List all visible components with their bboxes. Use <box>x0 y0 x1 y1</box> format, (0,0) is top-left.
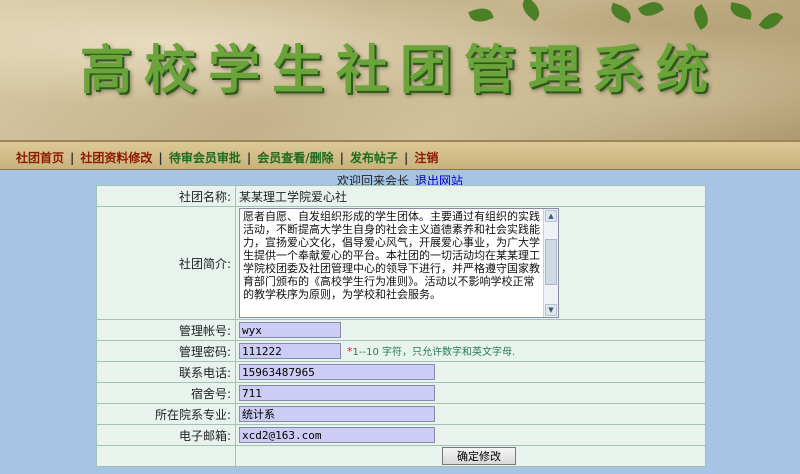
club-name-label: 社团名称: <box>96 185 236 207</box>
ivy-leaf-icon <box>608 2 634 24</box>
dept-input[interactable] <box>239 406 435 422</box>
nav-separator: | <box>70 151 75 165</box>
dept-label: 所在院系专业: <box>96 403 236 425</box>
ivy-leaf-icon <box>689 3 713 31</box>
account-label: 管理帐号: <box>96 319 236 341</box>
password-label: 管理密码: <box>96 340 236 362</box>
email-input[interactable] <box>239 427 435 443</box>
nav-edit-profile-link[interactable]: 社团资料修改 <box>80 151 152 165</box>
intro-textarea[interactable]: 愿者自愿、自发组织形成的学生团体。主要通过有组织的实践活动，不断提高大学生自身的… <box>239 208 559 318</box>
ivy-leaf-icon <box>637 0 665 21</box>
scroll-thumb[interactable] <box>545 239 557 285</box>
scroll-up-arrow-icon[interactable]: ▲ <box>545 210 557 222</box>
club-profile-form: 社团名称: 某某理工学院爱心社 社团简介: 愿者自愿、自发组织形成的学生团体。主… <box>96 185 706 467</box>
nav-separator: | <box>158 151 163 165</box>
form-row: 确定修改 <box>96 445 706 467</box>
nav-separator: | <box>339 151 344 165</box>
form-row: 宿舍号: <box>96 382 706 404</box>
ivy-leaf-icon <box>468 4 494 26</box>
nav-home-link[interactable]: 社团首页 <box>16 151 64 165</box>
form-row: 联系电话: <box>96 361 706 383</box>
nav-logout-link[interactable]: 注销 <box>414 151 438 165</box>
nav-separator: | <box>404 151 409 165</box>
nav-view-members-link[interactable]: 会员查看/删除 <box>257 151 333 165</box>
dorm-input[interactable] <box>239 385 435 401</box>
phone-label: 联系电话: <box>96 361 236 383</box>
form-row: 管理帐号: <box>96 319 706 341</box>
form-row: 社团名称: 某某理工学院爱心社 <box>96 185 706 207</box>
intro-text[interactable]: 愿者自愿、自发组织形成的学生团体。主要通过有组织的实践活动，不断提高大学生自身的… <box>243 210 541 316</box>
dorm-label: 宿舍号: <box>96 382 236 404</box>
form-row: 社团简介: 愿者自愿、自发组织形成的学生团体。主要通过有组织的实践活动，不断提高… <box>96 206 706 320</box>
form-row: 管理密码: *1--10 字符，只允许数字和英文字母. <box>96 340 706 362</box>
account-input[interactable] <box>239 322 341 338</box>
password-input[interactable] <box>239 343 341 360</box>
form-row: 所在院系专业: <box>96 403 706 425</box>
nav-pending-members-link[interactable]: 待审会员审批 <box>169 151 241 165</box>
nav-menu: 社团首页 | 社团资料修改 | 待审会员审批 | 会员查看/删除 | 发布帖子 | 注销 <box>16 149 438 166</box>
ivy-leaf-icon <box>728 2 754 20</box>
nav-separator: | <box>246 151 252 165</box>
header-banner: 高校学生社团管理系统 <box>0 0 800 140</box>
password-hint: 1--10 字符，只允许数字和英文字母. <box>352 346 516 358</box>
email-label: 电子邮箱: <box>96 424 236 446</box>
submit-button[interactable]: 确定修改 <box>442 447 516 465</box>
nav-bar: 社团首页 | 社团资料修改 | 待审会员审批 | 会员查看/删除 | 发布帖子 | 注销 <box>0 140 800 170</box>
scroll-down-arrow-icon[interactable]: ▼ <box>545 304 557 316</box>
intro-label: 社团简介: <box>96 206 236 320</box>
ivy-leaf-icon <box>518 0 544 22</box>
nav-post-link[interactable]: 发布帖子 <box>350 151 398 165</box>
phone-input[interactable] <box>239 364 435 380</box>
intro-scrollbar[interactable]: ▲ ▼ <box>543 209 558 317</box>
form-row: 电子邮箱: <box>96 424 706 446</box>
club-name-value: 某某理工学院爱心社 <box>235 185 706 207</box>
page-title: 高校学生社团管理系统 <box>79 40 720 101</box>
